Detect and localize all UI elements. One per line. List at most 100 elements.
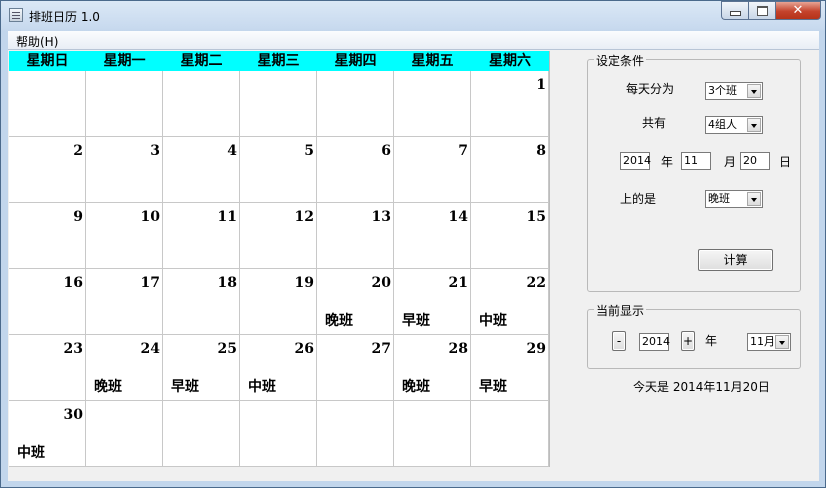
day-number: 27	[371, 341, 391, 357]
day-number: 15	[526, 209, 546, 225]
minimize-button[interactable]	[721, 1, 748, 20]
weekday-header: 星期四	[334, 53, 377, 69]
day-number: 3	[150, 143, 160, 159]
day-cell[interactable]: 25 早班	[163, 335, 240, 401]
menu-bar: 帮助(H)	[8, 31, 819, 50]
day-number: 29	[526, 341, 546, 357]
day-cell[interactable]	[240, 401, 317, 467]
day-cell[interactable]	[86, 401, 163, 467]
day-cell[interactable]: 27	[317, 335, 394, 401]
day-cell[interactable]	[317, 401, 394, 467]
title-bar[interactable]: 排班日历 1.0 ✕	[1, 1, 825, 31]
day-cell[interactable]: 1	[471, 71, 549, 137]
total-select[interactable]: 4组人	[705, 116, 763, 134]
start-year-input[interactable]: 2014	[620, 152, 651, 170]
day-cell[interactable]: 29 早班	[471, 335, 549, 401]
day-cell[interactable]: 4	[163, 137, 240, 203]
day-cell[interactable]	[394, 401, 471, 467]
current-year-unit: 年	[705, 334, 718, 348]
close-button[interactable]: ✕	[775, 1, 821, 20]
day-cell[interactable]: 15	[471, 203, 549, 269]
start-day-input[interactable]: 20	[740, 152, 770, 170]
day-cell[interactable]: 17	[86, 269, 163, 335]
day-cell[interactable]: 22 中班	[471, 269, 549, 335]
day-cell[interactable]: 24 晚班	[86, 335, 163, 401]
shift-label: 早班	[402, 313, 430, 329]
day-number: 17	[140, 275, 160, 291]
day-number: 8	[536, 143, 546, 159]
shift-label: 中班	[479, 313, 507, 329]
day-cell[interactable]	[317, 71, 394, 137]
day-cell[interactable]: 5	[240, 137, 317, 203]
window-title: 排班日历 1.0	[29, 10, 100, 24]
day-cell[interactable]: 7	[394, 137, 471, 203]
day-cell[interactable]: 10	[86, 203, 163, 269]
day-cell[interactable]: 11	[163, 203, 240, 269]
maximize-icon	[756, 5, 768, 16]
calendar-grid: 星期日 星期一 星期二 星期三 星期四 星期五 星期六 1 2 3 4 5 6 7 8 9 10 11 12 13 1…	[9, 51, 550, 467]
day-number: 18	[217, 275, 237, 291]
shift-label: 早班	[479, 379, 507, 395]
chevron-down-icon[interactable]	[747, 118, 761, 132]
day-cell[interactable]: 12	[240, 203, 317, 269]
menu-help[interactable]: 帮助(H)	[16, 33, 58, 50]
day-cell[interactable]: 21 早班	[394, 269, 471, 335]
day-cell[interactable]: 6	[317, 137, 394, 203]
chevron-down-icon[interactable]	[747, 192, 761, 206]
day-cell[interactable]: 3	[86, 137, 163, 203]
month-select[interactable]: 11月	[747, 333, 791, 351]
weekday-header: 星期一	[103, 53, 146, 69]
calculate-button[interactable]: 计算	[698, 249, 773, 271]
day-number: 11	[217, 209, 237, 225]
day-cell[interactable]: 16	[9, 269, 86, 335]
day-cell[interactable]: 28 晚班	[394, 335, 471, 401]
weekday-header: 星期五	[411, 53, 454, 69]
shift-label: 晚班	[325, 313, 353, 329]
day-cell[interactable]: 19	[240, 269, 317, 335]
weekday-header: 星期日	[26, 53, 69, 69]
day-cell[interactable]	[163, 71, 240, 137]
day-cell[interactable]	[163, 401, 240, 467]
next-year-button[interactable]: +	[681, 331, 695, 351]
day-cell[interactable]: 26 中班	[240, 335, 317, 401]
day-cell[interactable]: 23	[9, 335, 86, 401]
start-month-input[interactable]: 11	[681, 152, 711, 170]
day-number: 28	[448, 341, 468, 357]
total-label: 共有	[642, 116, 667, 130]
day-number: 24	[140, 341, 160, 357]
today-label: 今天是 2014年11月20日	[633, 380, 770, 394]
chevron-down-icon[interactable]	[747, 84, 761, 98]
day-cell[interactable]	[9, 71, 86, 137]
total-value: 4组人	[708, 118, 737, 131]
day-number: 22	[526, 275, 546, 291]
calendar-header: 星期日 星期一 星期二 星期三 星期四 星期五 星期六	[9, 51, 549, 71]
shift-label: 早班	[171, 379, 199, 395]
day-cell[interactable]: 14	[394, 203, 471, 269]
chevron-down-icon[interactable]	[775, 335, 789, 349]
day-number: 7	[458, 143, 468, 159]
display-legend: 当前显示	[594, 302, 647, 319]
per-day-label: 每天分为	[626, 82, 675, 96]
day-cell[interactable]	[240, 71, 317, 137]
day-cell[interactable]: 18	[163, 269, 240, 335]
day-cell[interactable]: 20 晚班	[317, 269, 394, 335]
day-cell[interactable]: 30 中班	[9, 401, 86, 467]
app-icon	[9, 8, 23, 22]
day-cell[interactable]	[86, 71, 163, 137]
shift-label: 晚班	[94, 379, 122, 395]
current-year-input[interactable]: 2014	[639, 333, 670, 351]
display-group: 当前显示 - 2014 + 年 11月	[587, 302, 801, 369]
day-number: 4	[227, 143, 237, 159]
maximize-button[interactable]	[748, 1, 775, 20]
per-day-select[interactable]: 3个班	[705, 82, 763, 100]
day-cell[interactable]: 9	[9, 203, 86, 269]
day-cell[interactable]: 8	[471, 137, 549, 203]
weekday-header: 星期六	[489, 53, 531, 69]
previous-year-button[interactable]: -	[612, 331, 626, 351]
shift-select[interactable]: 晚班	[705, 190, 763, 208]
day-cell[interactable]: 2	[9, 137, 86, 203]
day-cell[interactable]: 13	[317, 203, 394, 269]
month-value: 11月	[750, 335, 775, 348]
day-cell[interactable]	[394, 71, 471, 137]
day-cell[interactable]	[471, 401, 549, 467]
